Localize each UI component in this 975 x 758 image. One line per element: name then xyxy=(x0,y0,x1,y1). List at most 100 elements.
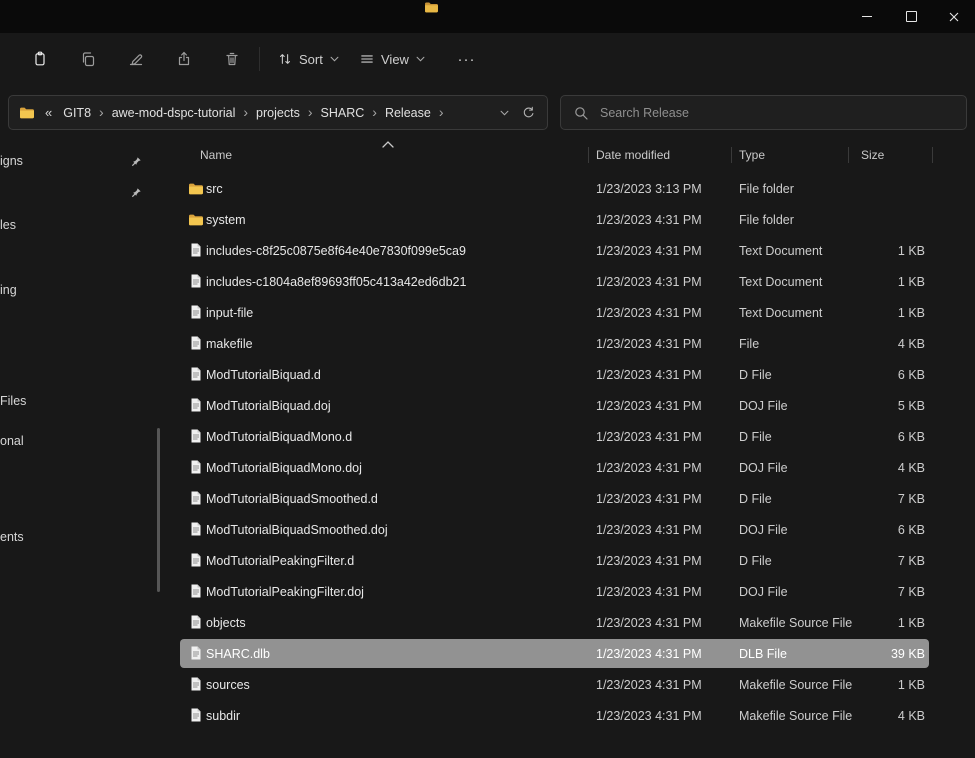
minimize-button[interactable] xyxy=(844,0,889,33)
table-row[interactable]: includes-c8f25c0875e8f64e40e7830f099e5ca… xyxy=(168,235,975,266)
file-type: Text Document xyxy=(739,297,822,328)
copy-button[interactable] xyxy=(70,41,106,77)
file-explorer-window: Sort View ··· « GIT8 › awe-mod-dspc-tuto… xyxy=(0,0,975,758)
table-row[interactable]: ModTutorialBiquadSmoothed.doj 1/23/2023 … xyxy=(168,514,975,545)
view-button[interactable]: View xyxy=(350,44,435,74)
file-name: includes-c1804a8ef89693ff05c413a42ed6db2… xyxy=(206,266,466,297)
table-row[interactable]: ModTutorialBiquadSmoothed.d 1/23/2023 4:… xyxy=(168,483,975,514)
file-date-modified: 1/23/2023 4:31 PM xyxy=(596,421,702,452)
file-icon xyxy=(188,397,204,413)
file-icon xyxy=(188,211,204,227)
column-divider[interactable] xyxy=(848,147,849,163)
table-row[interactable]: input-file 1/23/2023 4:31 PM Text Docume… xyxy=(168,297,975,328)
sidebar-item[interactable]: Files xyxy=(0,393,26,409)
table-row[interactable]: SHARC.dlb 1/23/2023 4:31 PM DLB File 39 … xyxy=(168,638,975,669)
file-type: DOJ File xyxy=(739,390,788,421)
table-row[interactable]: subdir 1/23/2023 4:31 PM Makefile Source… xyxy=(168,700,975,731)
file-date-modified: 1/23/2023 4:31 PM xyxy=(596,235,702,266)
file-list: Name Date modified Type Size src 1/23/20… xyxy=(168,140,975,758)
refresh-button[interactable] xyxy=(517,106,539,120)
sidebar-item[interactable]: ents xyxy=(0,529,24,545)
file-name: ModTutorialBiquadSmoothed.doj xyxy=(206,514,388,545)
search-box[interactable] xyxy=(560,95,967,130)
file-type: DLB File xyxy=(739,638,787,669)
file-size: 1 KB xyxy=(828,266,925,297)
breadcrumb-item-projects[interactable]: projects xyxy=(249,106,307,120)
breadcrumb-item-sharc[interactable]: SHARC xyxy=(314,106,372,120)
share-button[interactable] xyxy=(166,41,202,77)
table-row[interactable]: objects 1/23/2023 4:31 PM Makefile Sourc… xyxy=(168,607,975,638)
file-icon xyxy=(188,304,204,320)
file-date-modified: 1/23/2023 4:31 PM xyxy=(596,700,702,731)
see-more-button[interactable]: ··· xyxy=(448,44,485,74)
file-icon xyxy=(188,676,204,692)
breadcrumb-item-awe-mod-dspc-tutorial[interactable]: awe-mod-dspc-tutorial xyxy=(105,106,243,120)
table-row[interactable]: ModTutorialPeakingFilter.doj 1/23/2023 4… xyxy=(168,576,975,607)
table-row[interactable]: makefile 1/23/2023 4:31 PM File 4 KB xyxy=(168,328,975,359)
search-input[interactable] xyxy=(598,105,953,121)
table-row[interactable]: ModTutorialPeakingFilter.d 1/23/2023 4:3… xyxy=(168,545,975,576)
table-row[interactable]: ModTutorialBiquad.doj 1/23/2023 4:31 PM … xyxy=(168,390,975,421)
file-size: 6 KB xyxy=(828,359,925,390)
file-size: 1 KB xyxy=(828,235,925,266)
table-row[interactable]: src 1/23/2023 3:13 PM File folder xyxy=(168,173,975,204)
close-button[interactable] xyxy=(932,0,975,33)
column-header-name[interactable]: Name xyxy=(200,140,232,170)
column-header-date-modified[interactable]: Date modified xyxy=(596,140,670,170)
file-size: 6 KB xyxy=(828,421,925,452)
file-type: File xyxy=(739,328,759,359)
column-divider[interactable] xyxy=(588,147,589,163)
column-header-size[interactable]: Size xyxy=(861,140,884,170)
table-row[interactable]: sources 1/23/2023 4:31 PM Makefile Sourc… xyxy=(168,669,975,700)
file-size xyxy=(828,173,925,204)
sidebar-item[interactable]: ing xyxy=(0,282,17,298)
file-size: 7 KB xyxy=(828,576,925,607)
sidebar-item[interactable]: les xyxy=(0,217,16,233)
chevron-down-icon xyxy=(416,56,425,62)
sidebar-item[interactable]: onal xyxy=(0,433,24,449)
breadcrumb-item-git8[interactable]: GIT8 xyxy=(56,106,98,120)
file-size: 5 KB xyxy=(828,390,925,421)
breadcrumb-item-release[interactable]: Release xyxy=(378,106,438,120)
column-divider[interactable] xyxy=(932,147,933,163)
table-row[interactable]: ModTutorialBiquad.d 1/23/2023 4:31 PM D … xyxy=(168,359,975,390)
file-icon xyxy=(188,428,204,444)
sort-button[interactable]: Sort xyxy=(268,44,349,74)
file-icon xyxy=(188,490,204,506)
row-selection-highlight xyxy=(180,639,929,668)
table-row[interactable]: includes-c1804a8ef89693ff05c413a42ed6db2… xyxy=(168,266,975,297)
sidebar-scrollbar-thumb[interactable] xyxy=(157,428,160,592)
file-date-modified: 1/23/2023 4:31 PM xyxy=(596,576,702,607)
file-name: ModTutorialBiquadSmoothed.d xyxy=(206,483,378,514)
file-name: includes-c8f25c0875e8f64e40e7830f099e5ca… xyxy=(206,235,466,266)
file-type: D File xyxy=(739,421,772,452)
file-type: Text Document xyxy=(739,235,822,266)
table-row[interactable]: ModTutorialBiquadMono.d 1/23/2023 4:31 P… xyxy=(168,421,975,452)
file-name: ModTutorialPeakingFilter.d xyxy=(206,545,354,576)
paste-button[interactable] xyxy=(22,41,58,77)
file-name: objects xyxy=(206,607,246,638)
file-date-modified: 1/23/2023 4:31 PM xyxy=(596,483,702,514)
table-row[interactable]: system 1/23/2023 4:31 PM File folder xyxy=(168,204,975,235)
file-name: SHARC.dlb xyxy=(206,638,270,669)
row-selection-highlight xyxy=(180,205,929,234)
file-type: DOJ File xyxy=(739,514,788,545)
column-header-type[interactable]: Type xyxy=(739,140,765,170)
address-bar[interactable]: « GIT8 › awe-mod-dspc-tutorial › project… xyxy=(8,95,548,130)
file-type: D File xyxy=(739,359,772,390)
file-type: Text Document xyxy=(739,266,822,297)
rename-icon xyxy=(128,51,144,67)
column-divider[interactable] xyxy=(731,147,732,163)
chevron-down-icon xyxy=(330,56,339,62)
file-type: DOJ File xyxy=(739,452,788,483)
table-row[interactable]: ModTutorialBiquadMono.doj 1/23/2023 4:31… xyxy=(168,452,975,483)
maximize-button[interactable] xyxy=(889,0,934,33)
delete-button[interactable] xyxy=(214,41,250,77)
address-dropdown-button[interactable] xyxy=(492,110,517,116)
rename-button[interactable] xyxy=(118,41,154,77)
file-name: ModTutorialBiquadMono.doj xyxy=(206,452,362,483)
chevron-right-icon: › xyxy=(242,105,249,119)
pin-icon xyxy=(131,187,142,198)
breadcrumb-overflow[interactable]: « xyxy=(39,105,56,120)
sidebar-item[interactable]: igns xyxy=(0,153,23,169)
